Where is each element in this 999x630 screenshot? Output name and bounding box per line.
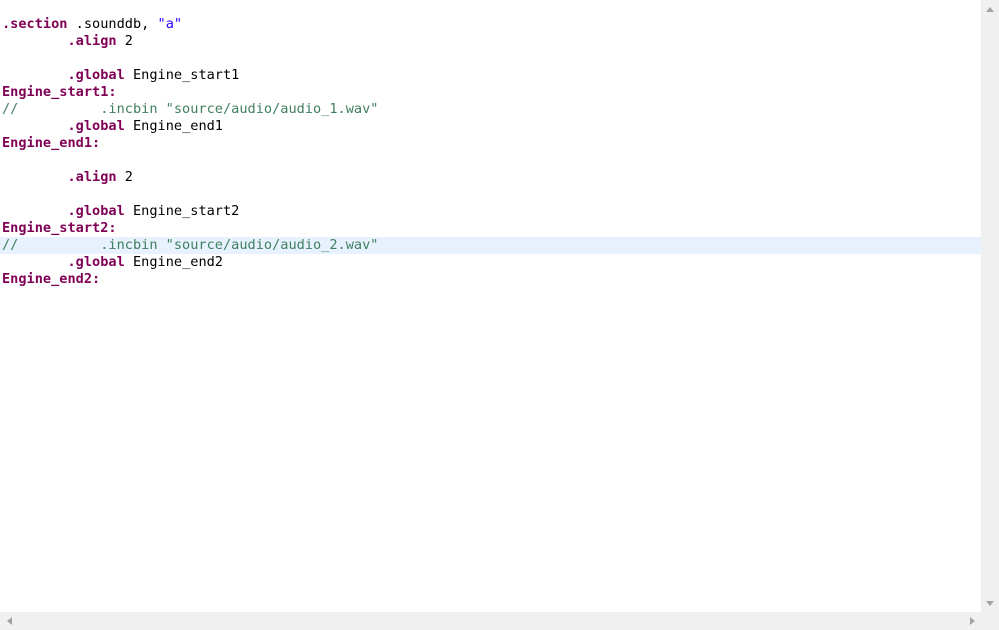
code-token: Engine_end1: (2, 135, 101, 151)
code-token: .global (67, 203, 125, 219)
code-token: .global (67, 254, 125, 270)
chevron-right-icon (969, 617, 975, 625)
chevron-left-icon (6, 617, 12, 625)
scroll-right-button[interactable] (963, 612, 981, 630)
code-token: // .incbin "source/audio/audio_1.wav" (2, 101, 379, 117)
code-token: Engine_end2: (2, 271, 101, 287)
code-line[interactable]: Engine_start1: (2, 84, 981, 101)
code-token: "a" (157, 16, 183, 32)
code-token: 2 (116, 169, 133, 185)
code-token: Engine_start1 (124, 67, 240, 83)
code-line[interactable]: Engine_end1: (2, 135, 981, 152)
code-line[interactable]: .align 2 (2, 33, 981, 50)
code-token: .global (67, 67, 125, 83)
code-editor[interactable]: .section .sounddb, "a" .align 2 .global … (0, 0, 981, 612)
code-line[interactable]: // .incbin "source/audio/audio_2.wav" (0, 237, 981, 254)
code-line[interactable]: Engine_end2: (2, 271, 981, 288)
code-token: Engine_start2 (124, 203, 240, 219)
code-line[interactable]: Engine_start2: (2, 220, 981, 237)
code-token: Engine_end2 (124, 254, 223, 270)
code-token: .align (67, 33, 117, 49)
scroll-up-button[interactable] (981, 0, 999, 18)
scroll-down-button[interactable] (981, 594, 999, 612)
code-line[interactable]: // .incbin "source/audio/audio_1.wav" (2, 101, 981, 118)
code-line[interactable]: .global Engine_start2 (2, 203, 981, 220)
code-line[interactable] (2, 152, 981, 169)
code-line[interactable]: .global Engine_end2 (2, 254, 981, 271)
code-line[interactable]: .global Engine_start1 (2, 67, 981, 84)
code-token: Engine_start1: (2, 84, 117, 100)
code-token: .sounddb, (67, 16, 158, 32)
vertical-scrollbar[interactable] (981, 0, 999, 612)
code-token: .section (2, 16, 68, 32)
code-line[interactable]: .section .sounddb, "a" (2, 16, 981, 33)
code-line[interactable]: .global Engine_end1 (2, 118, 981, 135)
code-line[interactable] (2, 186, 981, 203)
scrollbar-corner (981, 612, 999, 630)
code-text-area[interactable]: .section .sounddb, "a" .align 2 .global … (0, 16, 981, 288)
scroll-left-button[interactable] (0, 612, 18, 630)
horizontal-scrollbar[interactable] (0, 612, 981, 630)
code-token: 2 (116, 33, 133, 49)
chevron-up-icon (986, 6, 994, 12)
code-token: .global (67, 118, 125, 134)
code-token: .align (67, 169, 117, 185)
code-line[interactable] (2, 50, 981, 67)
code-token: // .incbin "source/audio/audio_2.wav" (2, 237, 379, 253)
code-line[interactable]: .align 2 (2, 169, 981, 186)
chevron-down-icon (986, 600, 994, 606)
code-token: Engine_end1 (124, 118, 223, 134)
code-token: Engine_start2: (2, 220, 117, 236)
